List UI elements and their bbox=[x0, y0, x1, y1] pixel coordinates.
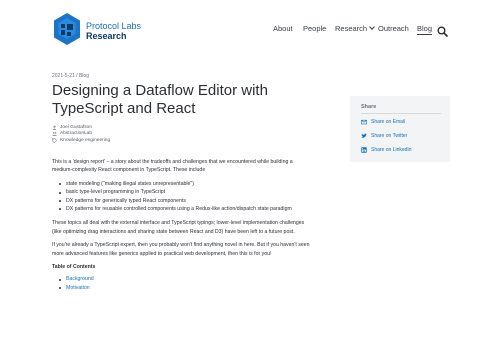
post-title: Designing a Dataflow Editor with TypeScr… bbox=[52, 82, 268, 117]
brand-name: Protocol Labs bbox=[86, 21, 142, 31]
post-content: This is a 'design report' – a story abou… bbox=[52, 158, 310, 298]
share-linkedin-label: Share on LinkedIn bbox=[371, 147, 412, 153]
topic-list: state modeling ("making illegal states u… bbox=[59, 180, 310, 214]
hexagon-logo-icon bbox=[54, 13, 80, 45]
share-email-link[interactable]: Share on Email bbox=[361, 119, 405, 125]
post-meta: 2021-5-21 / Blog bbox=[52, 73, 89, 79]
post-authors: Joel Gustafson AbstractionLab Knowledge … bbox=[52, 124, 110, 144]
toc-link-background[interactable]: Background bbox=[66, 276, 94, 282]
share-email-label: Share on Email bbox=[371, 119, 406, 125]
share-linkedin-link[interactable]: Share on LinkedIn bbox=[361, 147, 412, 153]
nav-people[interactable]: People bbox=[303, 24, 326, 33]
share-twitter-link[interactable]: Share on Twitter bbox=[361, 133, 407, 139]
toc-link-motivation[interactable]: Motivation bbox=[66, 285, 90, 291]
toc-item: Motivation bbox=[59, 284, 310, 292]
lab-name[interactable]: AbstractionLab bbox=[60, 131, 92, 136]
brand-subtitle: Research bbox=[86, 31, 127, 41]
nav-research[interactable]: Research bbox=[335, 24, 375, 33]
chevron-down-icon bbox=[369, 24, 375, 30]
search-icon[interactable] bbox=[437, 24, 449, 37]
author-name[interactable]: Joel Gustafson bbox=[60, 125, 92, 130]
list-item: basic type-level programming in TypeScri… bbox=[59, 188, 310, 196]
main-nav: About People Research Outreach Blog bbox=[272, 24, 450, 38]
body-paragraph: If you're already a TypeScript expert, t… bbox=[52, 242, 310, 257]
divider bbox=[361, 113, 441, 114]
topic-tag[interactable]: Knowledge engineering bbox=[60, 138, 110, 143]
site-header: Protocol Labs Research About People Rese… bbox=[0, 0, 500, 60]
tag-icon bbox=[52, 137, 57, 143]
list-item: DX patterns for reusable controlled comp… bbox=[59, 205, 310, 213]
nav-about[interactable]: About bbox=[273, 24, 293, 33]
linkedin-icon bbox=[361, 147, 367, 153]
email-icon bbox=[361, 119, 367, 125]
body-paragraph: These topics all deal with the external … bbox=[52, 220, 305, 235]
list-item: DX patterns for generically typed React … bbox=[59, 197, 310, 205]
author-row: Knowledge engineering bbox=[52, 137, 110, 144]
toc-item: Background bbox=[59, 275, 310, 283]
toc-heading: Table of Contents bbox=[52, 264, 96, 271]
site-logo[interactable]: Protocol Labs Research bbox=[52, 12, 202, 52]
nav-research-label: Research bbox=[335, 24, 368, 33]
share-heading: Share bbox=[361, 104, 377, 110]
list-item: state modeling ("making illegal states u… bbox=[59, 180, 310, 188]
nav-blog[interactable]: Blog bbox=[417, 24, 433, 35]
share-twitter-label: Share on Twitter bbox=[371, 133, 408, 139]
intro-paragraph: This is a 'design report' – a story abou… bbox=[52, 159, 293, 174]
share-panel: Share Share on Email Share on Twitter Sh… bbox=[350, 96, 450, 162]
table-of-contents: Background Motivation bbox=[59, 275, 310, 292]
twitter-icon bbox=[361, 133, 367, 138]
group-icon bbox=[52, 132, 57, 137]
nav-outreach[interactable]: Outreach bbox=[378, 24, 409, 33]
person-icon bbox=[52, 125, 57, 130]
